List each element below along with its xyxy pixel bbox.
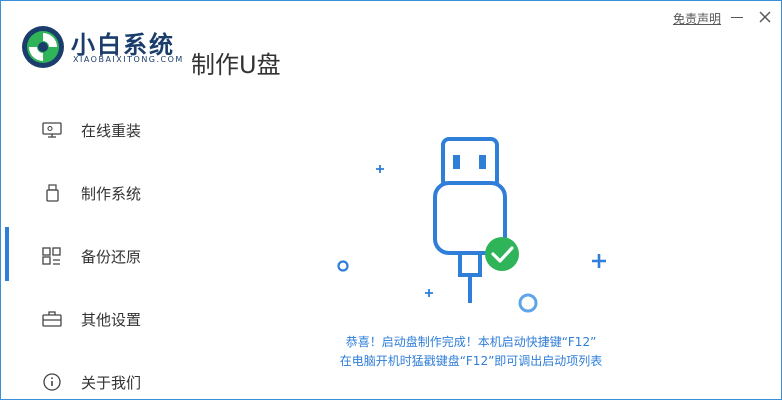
sidebar-item-make-system[interactable]: 制作系统 — [1, 172, 181, 212]
sidebar-item-about-us[interactable]: 关于我们 — [1, 361, 181, 399]
close-icon[interactable] — [757, 9, 773, 25]
usb-success-illustration — [337, 137, 606, 313]
circle-decoration — [518, 293, 538, 313]
monitor-icon — [42, 122, 62, 138]
usb-icon — [46, 184, 59, 202]
sidebar-item-label: 备份还原 — [81, 248, 142, 266]
sidebar-item-label: 制作系统 — [81, 185, 142, 203]
brand-url: XIAOBAIXITONG.COM — [73, 55, 184, 64]
disclaimer-link[interactable]: 免责声明 — [673, 10, 721, 27]
circle-decoration — [337, 260, 349, 272]
briefcase-icon — [42, 311, 62, 327]
active-indicator — [5, 227, 9, 281]
app-window: 小白系统 XIAOBAIXITONG.COM 制作U盘 免责声明 在线重装 制作… — [0, 0, 782, 400]
sidebar-item-online-reinstall[interactable]: 在线重装 — [1, 109, 181, 149]
sidebar-item-label: 关于我们 — [81, 374, 142, 392]
plus-icon — [592, 254, 606, 268]
sidebar-item-label: 在线重装 — [81, 122, 142, 140]
success-check-icon — [485, 237, 519, 271]
minimize-button[interactable] — [731, 17, 743, 18]
plus-icon — [376, 165, 384, 173]
info-icon — [43, 373, 61, 391]
success-message: 恭喜！启动盘制作完成！本机启动快捷键“F12” — [345, 335, 597, 349]
sidebar-item-other-settings[interactable]: 其他设置 — [1, 298, 181, 338]
hotkey-hint: 在电脑开机时猛戳键盘“F12”即可调出启动项列表 — [339, 354, 603, 368]
sidebar: 在线重装 制作系统 备份还原 其他设置 关于我们 — [1, 96, 181, 399]
sidebar-item-label: 其他设置 — [81, 311, 142, 329]
usb-drive-icon — [433, 137, 507, 303]
logo-icon — [22, 26, 64, 68]
plus-icon — [425, 289, 433, 297]
grid-icon — [42, 247, 61, 265]
sidebar-item-backup-restore[interactable]: 备份还原 — [1, 227, 181, 281]
page-title: 制作U盘 — [191, 51, 281, 79]
